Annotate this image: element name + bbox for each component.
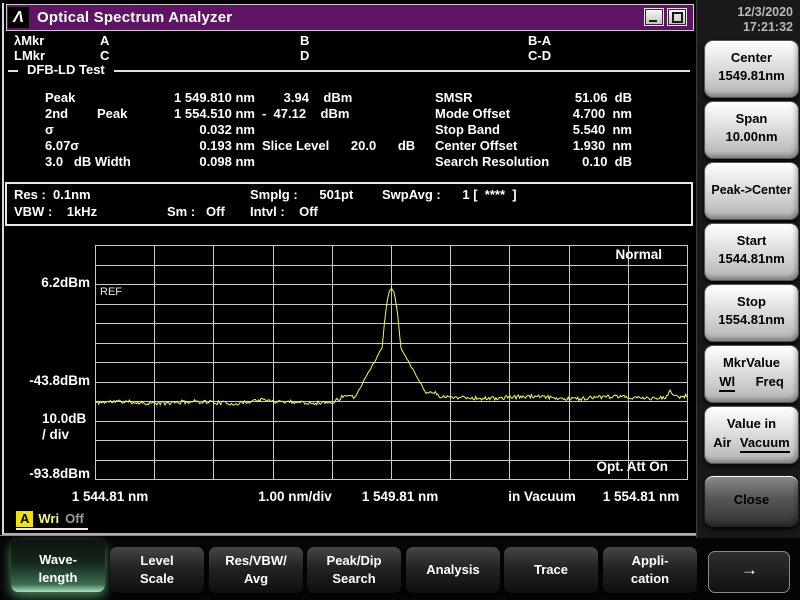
analysis-group-title: DFB-LD Test <box>18 62 114 77</box>
optical-attenuator-status: Opt. Att On <box>597 459 668 474</box>
screen-bottom-divider <box>0 535 698 536</box>
trace-state: Off <box>65 511 84 526</box>
tab-wavelength[interactable]: Wave- length <box>11 540 105 592</box>
db-width-value: 0.098 nm <box>120 154 255 169</box>
trace-write-mode: Wri <box>38 511 59 526</box>
y-axis-scale-line2: / div <box>42 427 69 442</box>
osa-screen: Λ Optical Spectrum Analyzer λMkr A B B-A… <box>0 0 800 600</box>
marker-a-label: A <box>100 33 109 48</box>
y-axis-mid-level: -43.8dBm <box>8 373 90 388</box>
slice-level-value: Slice Level 20.0 dB <box>262 138 415 153</box>
tab-more-arrow[interactable]: → <box>708 551 790 593</box>
db-width-label: 3.0 dB Width <box>45 154 131 169</box>
y-axis-scale-line1: 10.0dB <box>42 411 86 426</box>
stop-band-label: Stop Band <box>435 122 500 137</box>
peak-wavelength-value: 1 549.810 nm <box>120 90 255 105</box>
x-axis-stop-label: 1 554.81 nm <box>586 489 696 504</box>
sweep-settings-box: Res : 0.1nm Smplg : 501pt SwpAvg : 1 [ *… <box>5 182 693 226</box>
resolution-setting: Res : 0.1nm <box>14 187 91 202</box>
right-arrow-icon: → <box>709 560 789 580</box>
analysis-row-peak: Peak 1 549.810 nm 3.94 dBm SMSR 51.06 dB <box>0 90 694 106</box>
y-axis-ref-level: 6.2dBm <box>8 275 90 290</box>
maximize-icon <box>672 12 683 23</box>
minimize-button[interactable] <box>645 9 663 25</box>
value-in-vacuum-option[interactable]: Vacuum <box>740 435 790 453</box>
spectrum-trace-chart <box>95 245 688 480</box>
tab-trace[interactable]: Trace <box>504 547 598 593</box>
value-in-air-option[interactable]: Air <box>713 435 731 453</box>
span-button[interactable]: Span 10.00nm <box>704 101 799 159</box>
six-sigma-label: 6.07σ <box>45 138 79 153</box>
x-axis-medium-label: in Vacuum <box>482 489 602 504</box>
peak-label: Peak <box>45 90 75 105</box>
marker-b-label: B <box>300 33 309 48</box>
peak-to-center-button[interactable]: Peak->Center <box>704 162 799 220</box>
y-axis-bottom-level: -93.8dBm <box>8 466 90 481</box>
tab-res-vbw-avg[interactable]: Res/VBW/ Avg <box>209 547 303 593</box>
time-text: 17:21:32 <box>737 20 793 35</box>
marker-value-wl-option[interactable]: Wl <box>719 374 735 392</box>
function-tab-bar: Wave- length Level Scale Res/VBW/ Avg Pe… <box>0 538 800 600</box>
trace-a-selector[interactable]: A Wri Off <box>16 510 84 527</box>
lambda-marker-label: λMkr <box>14 33 44 48</box>
marker-d-label: D <box>300 48 309 63</box>
marker-b-a-label: B-A <box>528 33 551 48</box>
mode-offset-value: 4.700 nm <box>520 106 632 121</box>
level-marker-label: LMkr <box>14 48 45 63</box>
analysis-row-2nd-peak: 2nd Peak 1 554.510 nm - 47.12 dBm Mode O… <box>0 106 694 122</box>
ref-line-label: REF <box>100 286 122 298</box>
second-peak-label: 2nd Peak <box>45 106 127 121</box>
smsr-label: SMSR <box>435 90 473 105</box>
tab-peak-dip-search[interactable]: Peak/Dip Search <box>307 547 401 593</box>
x-axis-start-label: 1 544.81 nm <box>50 489 170 504</box>
spectrum-plot: REF Normal Opt. Att On <box>95 245 688 480</box>
sigma-value: 0.032 nm <box>120 122 255 137</box>
minimize-icon <box>649 20 657 22</box>
softkey-sidebar: 12/3/2020 17:21:32 Center 1549.81nm Span… <box>696 0 800 538</box>
trace-letter-badge: A <box>16 511 33 527</box>
close-button[interactable]: Close <box>704 475 799 527</box>
tab-application[interactable]: Appli- cation <box>603 547 697 593</box>
datetime-display: 12/3/2020 17:21:32 <box>737 5 793 35</box>
marker-c-d-label: C-D <box>528 48 551 63</box>
trace-indicator-underline <box>16 528 88 530</box>
sigma-label: σ <box>45 122 54 137</box>
maximize-button[interactable] <box>668 9 686 25</box>
window-title: Optical Spectrum Analyzer <box>37 9 232 26</box>
vbw-setting: VBW : 1kHz <box>14 204 97 219</box>
stop-button[interactable]: Stop 1554.81nm <box>704 284 799 342</box>
window-titlebar: Λ Optical Spectrum Analyzer <box>6 4 694 31</box>
marker-value-toggle-button[interactable]: MkrValue Wl Freq <box>704 345 799 403</box>
smoothing-setting: Sm : Off <box>167 204 225 219</box>
smsr-value: 51.06 dB <box>520 90 632 105</box>
interval-setting: Intvl : Off <box>250 204 318 219</box>
analysis-row-6sigma: 6.07σ 0.193 nm Slice Level 20.0 dB Cente… <box>0 138 694 154</box>
stop-band-value: 5.540 nm <box>520 122 632 137</box>
trace-mode-label: Normal <box>615 247 662 262</box>
center-offset-label: Center Offset <box>435 138 517 153</box>
date-text: 12/3/2020 <box>737 5 793 20</box>
six-sigma-value: 0.193 nm <box>120 138 255 153</box>
value-in-toggle-button[interactable]: Value in Air Vacuum <box>704 406 799 464</box>
marker-value-freq-option[interactable]: Freq <box>756 374 784 392</box>
tab-analysis[interactable]: Analysis <box>406 547 500 593</box>
second-peak-level-value: - 47.12 dBm <box>262 106 349 121</box>
peak-level-value: 3.94 dBm <box>262 90 352 105</box>
tab-level-scale[interactable]: Level Scale <box>110 547 204 593</box>
mode-offset-label: Mode Offset <box>435 106 510 121</box>
analysis-row-sigma: σ 0.032 nm Stop Band 5.540 nm <box>0 122 694 138</box>
search-resolution-value: 0.10 dB <box>520 154 632 169</box>
sampling-setting: Smplg : 501pt <box>250 187 353 202</box>
center-offset-value: 1.930 nm <box>520 138 632 153</box>
analysis-row-3db-width: 3.0 dB Width 0.098 nm Search Resolution … <box>0 154 694 170</box>
x-axis-center-label: 1 549.81 nm <box>340 489 460 504</box>
marker-c-label: C <box>100 48 109 63</box>
start-button[interactable]: Start 1544.81nm <box>704 223 799 281</box>
anritsu-logo-icon: Λ <box>8 7 29 28</box>
second-peak-wavelength-value: 1 554.510 nm <box>120 106 255 121</box>
sweep-average-setting: SwpAvg : 1 [ **** ] <box>382 187 517 202</box>
x-axis-scale-label: 1.00 nm/div <box>235 489 355 504</box>
center-button[interactable]: Center 1549.81nm <box>704 40 799 98</box>
